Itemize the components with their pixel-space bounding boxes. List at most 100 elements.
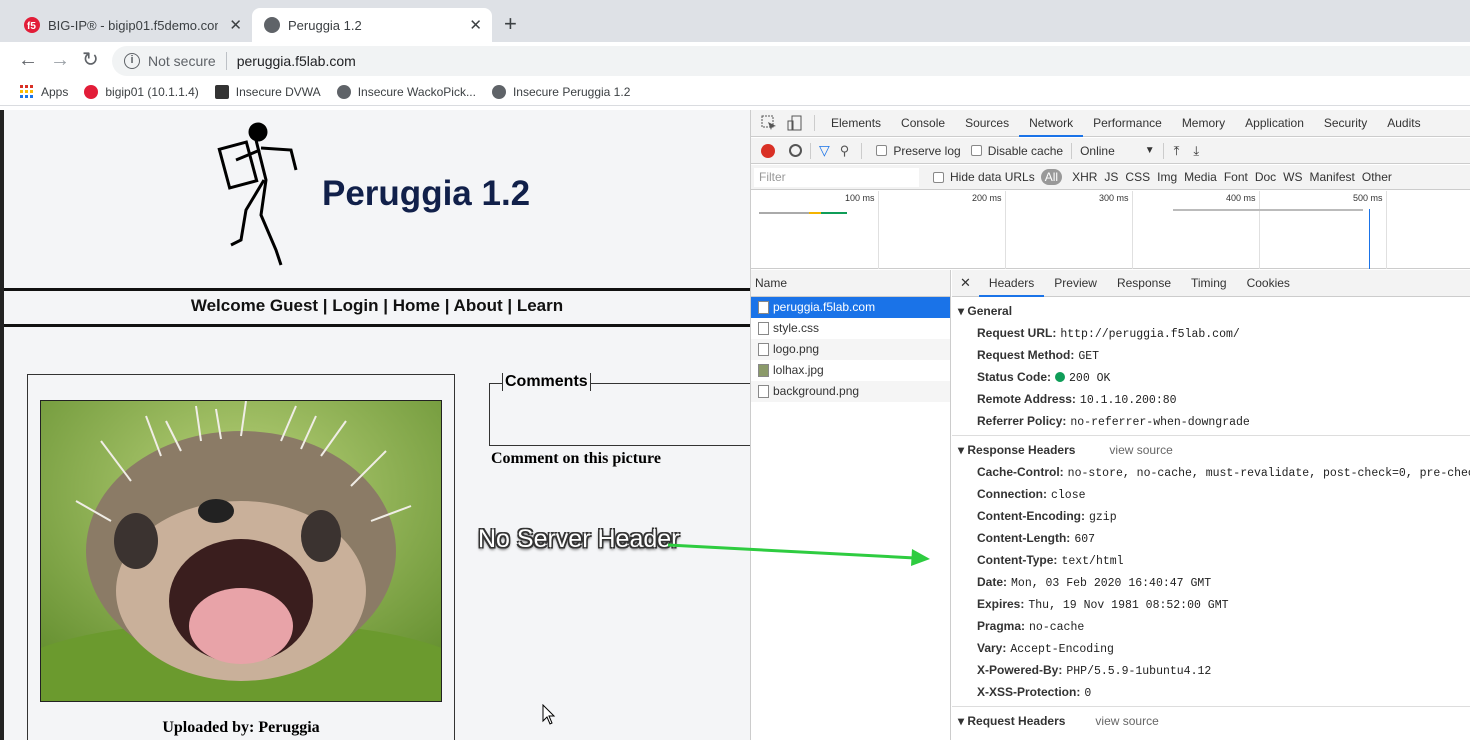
close-icon[interactable]: ✕ — [952, 275, 979, 291]
filter-input[interactable]: Filter — [754, 167, 919, 187]
section-header[interactable]: ▾ Response Headers view source — [952, 439, 1470, 461]
header-key: Request URL: — [977, 326, 1057, 340]
tab-headers[interactable]: Headers — [978, 270, 1045, 297]
disable-cache-checkbox[interactable] — [970, 145, 982, 156]
bookmark-peruggia[interactable]: Insecure Peruggia 1.2 — [491, 84, 630, 99]
clear-icon[interactable] — [789, 144, 802, 157]
hide-data-urls-checkbox[interactable] — [933, 171, 944, 183]
export-har-icon[interactable]: ⤓ — [1193, 143, 1199, 159]
request-row[interactable]: lolhax.jpg — [751, 360, 950, 381]
tab-response[interactable]: Response — [1107, 270, 1181, 297]
network-timeline[interactable]: 100 ms 200 ms 300 ms 400 ms 500 ms — [751, 191, 1470, 269]
tab-performance[interactable]: Performance — [1083, 110, 1172, 137]
new-tab-button[interactable]: + — [504, 10, 517, 38]
bookmark-dvwa[interactable]: Insecure DVWA — [214, 84, 321, 99]
tab-network[interactable]: Network — [1019, 110, 1084, 137]
header-key: Pragma: — [977, 619, 1026, 633]
annotation-arrow — [667, 543, 930, 566]
f5-logo-icon: f5 — [24, 17, 40, 33]
request-name: peruggia.f5lab.com — [773, 300, 876, 314]
view-source-link[interactable]: view source — [1109, 443, 1172, 457]
header-key: Date: — [977, 575, 1008, 589]
header-key: X-Powered-By: — [977, 663, 1063, 677]
comment-prompt[interactable]: Comment on this picture — [491, 450, 661, 468]
type-filter-js[interactable]: JS — [1104, 170, 1118, 184]
divider — [952, 435, 1470, 436]
inspect-icon[interactable] — [761, 115, 777, 131]
site-header: Peruggia 1.2 — [4, 110, 750, 288]
type-filter-other[interactable]: Other — [1362, 170, 1392, 184]
header-key: Cache-Control: — [977, 465, 1064, 479]
info-icon[interactable]: i — [124, 53, 140, 69]
type-filter-font[interactable]: Font — [1224, 170, 1248, 184]
divider — [1071, 142, 1073, 159]
globe-icon — [264, 17, 280, 33]
request-row[interactable]: style.css — [751, 318, 950, 339]
search-icon[interactable]: ⚲ — [840, 143, 850, 159]
timeline-label: 200 ms — [972, 193, 1002, 203]
close-tab-icon[interactable]: ✕ — [229, 16, 242, 34]
header-row: Status Code: 200 OK — [952, 366, 1470, 388]
tab-console[interactable]: Console — [891, 110, 955, 137]
tab-cookies[interactable]: Cookies — [1237, 270, 1300, 297]
tab-audits[interactable]: Audits — [1377, 110, 1430, 137]
type-filter-css[interactable]: CSS — [1125, 170, 1150, 184]
tab-security[interactable]: Security — [1314, 110, 1377, 137]
chevron-down-icon[interactable]: ▼ — [1145, 145, 1155, 156]
tab-preview[interactable]: Preview — [1044, 270, 1107, 297]
header-value: http://peruggia.f5lab.com/ — [1060, 328, 1240, 341]
preserve-log-checkbox[interactable] — [876, 145, 888, 156]
forward-icon[interactable]: → — [50, 48, 70, 72]
type-filter-media[interactable]: Media — [1184, 170, 1217, 184]
tab-peruggia[interactable]: Peruggia 1.2 ✕ — [252, 8, 492, 42]
import-har-icon[interactable]: ⤒ — [1174, 143, 1180, 159]
name-column-header[interactable]: Name — [751, 270, 950, 297]
filter-icon[interactable]: ▽ — [819, 142, 830, 159]
type-filter-doc[interactable]: Doc — [1255, 170, 1276, 184]
bookmark-wackopicko[interactable]: Insecure WackoPick... — [336, 84, 476, 99]
tab-elements[interactable]: Elements — [821, 110, 891, 137]
divider — [225, 52, 227, 70]
image-file-icon — [758, 385, 769, 398]
throttle-select[interactable]: Online — [1080, 144, 1115, 158]
reload-icon[interactable]: ↻ — [82, 48, 99, 72]
request-row[interactable]: peruggia.f5lab.com — [751, 297, 950, 318]
type-filter-manifest[interactable]: Manifest — [1310, 170, 1355, 184]
header-value: close — [1051, 489, 1086, 502]
gridline — [878, 191, 879, 269]
type-filter-img[interactable]: Img — [1157, 170, 1177, 184]
section-header[interactable]: ▾ General — [952, 300, 1470, 322]
security-indicator[interactable]: Not secure — [148, 53, 216, 69]
address-bar[interactable]: i Not secure peruggia.f5lab.com — [112, 46, 1470, 76]
back-icon[interactable]: ← — [18, 48, 38, 72]
divider — [810, 142, 811, 159]
record-icon[interactable] — [761, 143, 775, 158]
tab-sources[interactable]: Sources — [955, 110, 1019, 137]
type-filter-ws[interactable]: WS — [1283, 170, 1302, 184]
bookmark-bigip01[interactable]: bigip01 (10.1.1.4) — [84, 84, 199, 99]
site-nav[interactable]: Welcome Guest | Login | Home | About | L… — [4, 296, 750, 316]
view-source-link[interactable]: view source — [1095, 714, 1158, 728]
tab-memory[interactable]: Memory — [1172, 110, 1235, 137]
type-filter-all[interactable]: All — [1040, 169, 1063, 185]
header-value: Thu, 19 Nov 1981 08:52:00 GMT — [1028, 599, 1229, 612]
tab-timing[interactable]: Timing — [1181, 270, 1237, 297]
header-key: Status Code: — [977, 370, 1052, 384]
header-value: gzip — [1088, 511, 1117, 524]
header-key: Content-Length: — [977, 531, 1071, 545]
bookmarks-bar: Apps bigip01 (10.1.1.4) Insecure DVWA In… — [0, 78, 1470, 106]
tab-application[interactable]: Application — [1235, 110, 1314, 137]
close-tab-icon[interactable]: ✕ — [469, 16, 482, 34]
section-header[interactable]: ▾ Request Headers view source — [952, 710, 1470, 732]
request-row[interactable]: background.png — [751, 381, 950, 402]
header-key: Remote Address: — [977, 392, 1076, 406]
tab-bigip[interactable]: f5 BIG-IP® - bigip01.f5demo.com (1 ✕ — [12, 8, 252, 42]
request-headers-section: ▾ Request Headers view source — [952, 710, 1470, 732]
url-text[interactable]: peruggia.f5lab.com — [237, 53, 356, 69]
request-row[interactable]: logo.png — [751, 339, 950, 360]
hide-data-urls-label: Hide data URLs — [950, 170, 1035, 184]
type-filter-xhr[interactable]: XHR — [1072, 170, 1097, 184]
bookmark-apps[interactable]: Apps — [20, 84, 68, 99]
header-value: no-referrer-when-downgrade — [1070, 416, 1250, 429]
device-toggle-icon[interactable] — [787, 115, 803, 131]
